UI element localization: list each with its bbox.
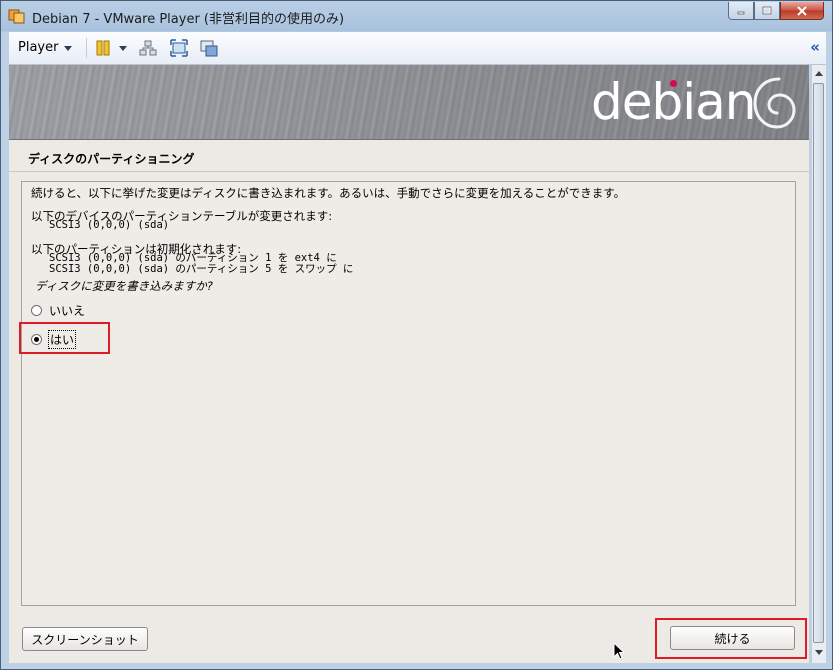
scroll-up-icon[interactable] bbox=[815, 71, 823, 76]
debian-banner: debian bbox=[9, 65, 809, 140]
vmware-app-icon bbox=[8, 9, 25, 24]
window-title: Debian 7 - VMware Player (非営利目的の使用のみ) bbox=[32, 12, 345, 27]
option-no-label[interactable]: いいえ bbox=[49, 302, 85, 319]
screenshot-button[interactable]: スクリーンショット bbox=[22, 627, 148, 651]
write-question: ディスクに変更を書き込みますか? bbox=[35, 279, 213, 293]
close-icon bbox=[797, 5, 807, 16]
pause-icon[interactable] bbox=[94, 39, 112, 57]
pause-chevron-icon[interactable] bbox=[119, 46, 127, 51]
section-divider bbox=[9, 171, 809, 172]
mouse-pointer-icon bbox=[613, 642, 625, 660]
maximize-button[interactable] bbox=[754, 2, 780, 20]
player-menu[interactable]: Player bbox=[18, 40, 58, 55]
device-line: SCSI3 (0,0,0) (sda) bbox=[49, 219, 170, 231]
vmware-toolbar: Player « bbox=[9, 32, 826, 65]
highlight-continue-box bbox=[655, 618, 807, 659]
network-devices-icon[interactable] bbox=[139, 39, 157, 57]
description-text: 続けると、以下に挙げた変更はディスクに書き込まれます。あるいは、手動でさらに変更… bbox=[31, 186, 626, 200]
debian-swirl-icon bbox=[753, 77, 796, 129]
debian-logo-dot bbox=[670, 80, 677, 87]
scroll-down-icon[interactable] bbox=[815, 650, 823, 655]
radio-no[interactable] bbox=[31, 305, 42, 316]
minimize-button[interactable] bbox=[728, 2, 754, 20]
full-screen-icon[interactable] bbox=[170, 39, 188, 57]
vertical-scrollbar[interactable] bbox=[811, 65, 826, 663]
content-panel: 続けると、以下に挙げた変更はディスクに書き込まれます。あるいは、手動でさらに変更… bbox=[19, 181, 796, 606]
section-title: ディスクのパーティショニング bbox=[28, 152, 195, 166]
highlight-yes-box bbox=[19, 322, 110, 354]
unity-mode-icon[interactable] bbox=[200, 39, 218, 57]
toolbar-separator bbox=[86, 38, 87, 58]
partition-line: SCSI3 (0,0,0) (sda) のパーティション 5 を スワップ に bbox=[49, 263, 354, 275]
player-menu-chevron-icon[interactable] bbox=[64, 46, 72, 51]
close-button[interactable] bbox=[780, 2, 824, 20]
minimize-icon bbox=[737, 11, 745, 14]
vmware-window: Debian 7 - VMware Player (非営利目的の使用のみ) Pl… bbox=[0, 0, 833, 670]
option-no[interactable]: いいえ bbox=[31, 302, 85, 319]
maximize-icon bbox=[762, 6, 772, 14]
guest-screen: debian ディスクのパーティショニング 続けると、以下に挙げた変更はディスク… bbox=[9, 65, 809, 663]
title-bar[interactable]: Debian 7 - VMware Player (非営利目的の使用のみ) bbox=[1, 1, 832, 31]
window-controls bbox=[728, 2, 824, 21]
collapse-toolbar-icon[interactable]: « bbox=[810, 38, 820, 56]
scrollbar-thumb[interactable] bbox=[813, 83, 824, 643]
